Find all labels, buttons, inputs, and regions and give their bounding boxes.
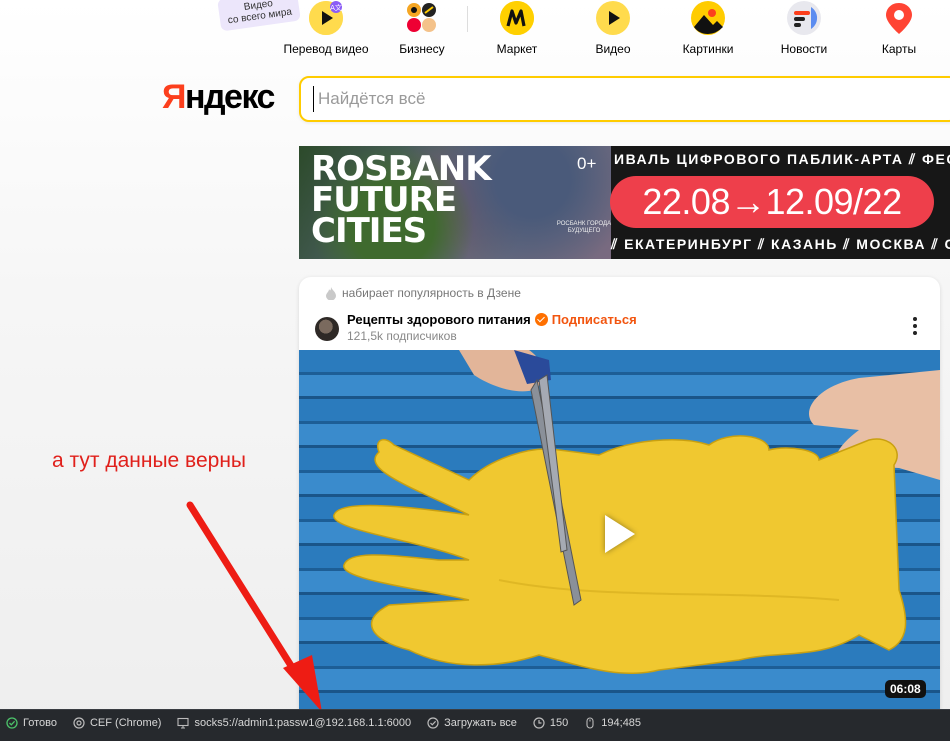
zen-card[interactable]: набирает популярность в Дзене Рецепты зд… (299, 277, 940, 717)
svg-text:A文: A文 (330, 3, 342, 12)
channel-name[interactable]: Рецепты здорового питания (347, 312, 531, 327)
video-preview[interactable]: 06:08 (299, 350, 940, 717)
channel-row: Рецепты здорового питания Подписаться (347, 312, 637, 327)
services-bar: Видео со всего мира A文 Перевод видео Биз… (0, 0, 950, 64)
video-translate-icon: A文 (309, 1, 343, 35)
channel-avatar[interactable] (315, 317, 339, 341)
status-proxy[interactable]: socks5://admin1:passw1@192.168.1.1:6000 (177, 717, 411, 729)
trend-text: набирает популярность в Дзене (342, 286, 521, 300)
service-label: Видео (595, 42, 631, 56)
check-circle-icon (6, 717, 18, 729)
status-ready-label: Готово (23, 717, 57, 729)
check-circle-icon (427, 717, 439, 729)
status-timer-label: 150 (549, 717, 569, 729)
mouse-icon (586, 717, 594, 729)
status-load-label: Загружать все (444, 717, 517, 729)
logo-first-letter: Я (162, 78, 186, 116)
clock-icon (533, 717, 545, 729)
status-mouse: 194;485 (584, 717, 641, 729)
trend-line: набирает популярность в Дзене (326, 286, 521, 300)
banner-ticker-bottom: ⫽ ЕКАТЕРИНБУРГ ⫽ КАЗАНЬ ⫽ МОСКВА ⫽ С (611, 236, 950, 252)
status-engine-label: CEF (Chrome) (89, 717, 162, 729)
ad-banner[interactable]: ROSBANK FUTURE CITIES РОСБАНК ГОРОДА БУД… (299, 146, 950, 259)
annotation-text: а тут данные верны (52, 449, 247, 472)
market-icon (500, 1, 534, 35)
status-ready: Готово (6, 717, 57, 729)
service-label: Бизнесу (399, 42, 445, 56)
banner-ticker-top: ИВАЛЬ ЦИФРОВОГО ПАБЛИК-АРТА ⫽ ФЕСТИ (614, 151, 950, 167)
service-label: Перевод видео (283, 42, 369, 56)
service-business[interactable]: Бизнесу (372, 0, 472, 60)
service-label: Карты (881, 42, 917, 56)
yandex-logo[interactable]: Яндекс (162, 78, 276, 117)
service-video[interactable]: Видео (563, 0, 663, 60)
status-bar: Готово CEF (Chrome) socks5://admin1:pass… (0, 709, 950, 741)
images-icon (691, 1, 725, 35)
banner-brand: ROSBANK FUTURE CITIES (311, 149, 492, 251)
more-menu-icon[interactable] (907, 317, 923, 337)
news-icon (787, 1, 821, 35)
service-news[interactable]: Новости (754, 0, 854, 60)
banner-age-rating: 0+ (577, 154, 597, 173)
banner-small-caption: РОСБАНК ГОРОДА БУДУЩЕГО (556, 221, 612, 234)
subscribe-button[interactable]: Подписаться (552, 312, 637, 327)
service-label: Новости (780, 42, 828, 56)
service-label: Маркет (496, 42, 538, 56)
status-mouse-label: 194;485 (601, 717, 642, 729)
status-engine[interactable]: CEF (Chrome) (73, 717, 162, 729)
status-proxy-label: socks5://admin1:passw1@192.168.1.1:6000 (194, 717, 412, 729)
verified-icon (534, 313, 548, 326)
service-maps[interactable]: Карты (849, 0, 949, 60)
service-market[interactable]: Маркет (467, 0, 567, 60)
monitor-icon (177, 717, 190, 729)
video-icon (596, 1, 630, 35)
logo-rest: ндекс (184, 78, 276, 116)
status-timer[interactable]: 150 (533, 717, 568, 729)
play-icon[interactable] (605, 515, 635, 553)
service-images[interactable]: Картинки (658, 0, 758, 60)
video-duration: 06:08 (885, 680, 926, 698)
subscriber-count: 121,5k подписчиков (347, 329, 457, 343)
service-label: Картинки (682, 42, 734, 56)
maps-icon (882, 1, 916, 35)
search-input[interactable] (313, 86, 913, 112)
chrome-icon (73, 717, 85, 729)
status-load[interactable]: Загружать все (427, 717, 517, 729)
banner-dates: 22.08→12.09/22 (610, 176, 934, 228)
service-video-translate[interactable]: A文 Перевод видео (276, 0, 376, 60)
business-icon (405, 1, 439, 35)
search-box[interactable] (299, 76, 950, 122)
flame-icon (326, 286, 336, 300)
